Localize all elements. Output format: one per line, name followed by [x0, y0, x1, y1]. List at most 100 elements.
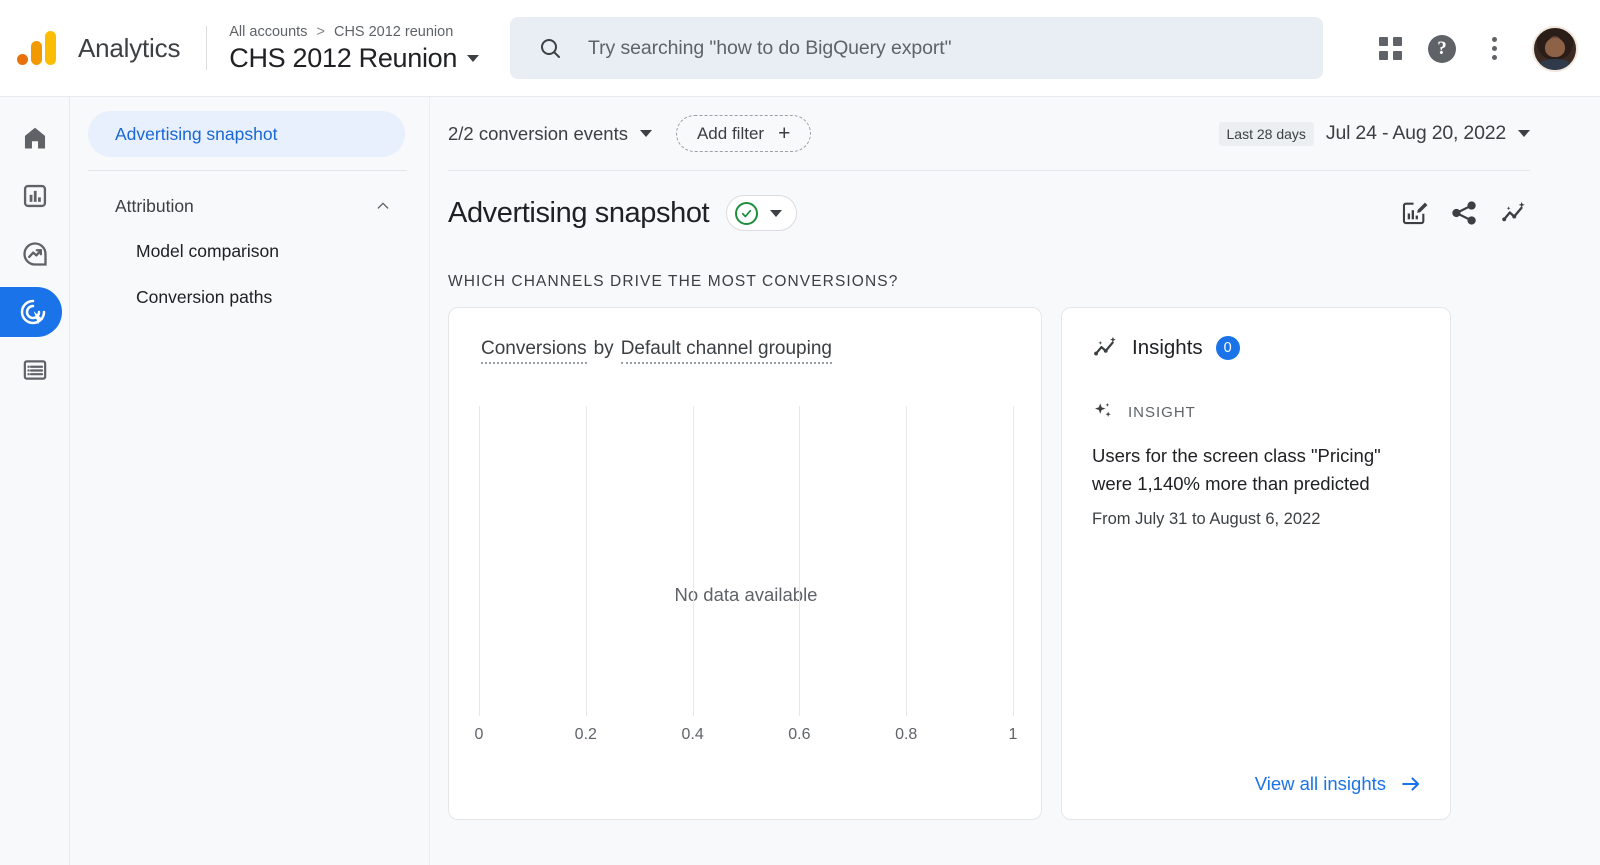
search-icon	[541, 39, 560, 58]
apps-grid-icon[interactable]	[1364, 23, 1416, 75]
conversion-events-label: 2/2 conversion events	[448, 122, 628, 144]
sidebar-item-advertising-snapshot[interactable]: Advertising snapshot	[88, 111, 405, 157]
sidebar-item-reports[interactable]	[8, 171, 62, 221]
top-actions: ?	[1364, 0, 1578, 97]
sidebar-item-explore[interactable]	[8, 229, 62, 279]
home-icon	[24, 127, 45, 149]
chart-dimension-link[interactable]: Default channel grouping	[620, 338, 832, 364]
configure-list-icon	[23, 360, 46, 380]
date-range-selector[interactable]: Last 28 days Jul 24 - Aug 20, 2022	[1218, 121, 1530, 146]
breadcrumb-account[interactable]: CHS 2012 reunion	[334, 24, 453, 40]
more-vertical-icon[interactable]	[1468, 23, 1520, 75]
page-title-row: Advertising snapshot	[448, 175, 1528, 251]
nav-divider	[88, 170, 407, 171]
edit-chart-icon[interactable]	[1400, 199, 1428, 227]
main-content: 2/2 conversion events Add filter + Last …	[430, 97, 1600, 865]
add-filter-button[interactable]: Add filter +	[675, 115, 812, 152]
chart-gridline	[585, 406, 587, 716]
insights-sparkle-icon	[1094, 336, 1116, 356]
title-left: Advertising snapshot	[448, 195, 798, 231]
date-preset-badge: Last 28 days	[1218, 121, 1314, 146]
chevron-down-icon	[770, 209, 783, 217]
chart-title-by: by	[593, 338, 614, 359]
section-heading: WHICH CHANNELS DRIVE THE MOST CONVERSION…	[448, 273, 899, 290]
logo-dot-icon	[16, 54, 28, 65]
cards-row: Conversions by Default channel grouping …	[448, 307, 1528, 820]
brand-name: Analytics	[78, 32, 181, 63]
chevron-down-icon	[639, 130, 652, 137]
chart-empty-message: No data available	[674, 584, 818, 605]
insight-body-line-1: Users for the screen class "Pricing"	[1092, 445, 1381, 466]
avatar[interactable]	[1532, 25, 1578, 72]
insight-kicker-label: INSIGHT	[1128, 403, 1196, 421]
explore-trend-icon	[22, 242, 47, 266]
insights-title: Insights	[1132, 335, 1203, 359]
title-actions	[1400, 199, 1528, 227]
chart-x-tick-label: 0	[474, 726, 484, 743]
account-block: All accounts > CHS 2012 reunion CHS 2012…	[229, 22, 480, 74]
sidebar-item-configure[interactable]	[8, 345, 62, 395]
filter-toolbar: 2/2 conversion events Add filter + Last …	[448, 97, 1530, 171]
search-placeholder: Try searching "how to do BigQuery export…	[588, 36, 952, 59]
logo-bar-medium-icon	[30, 41, 42, 65]
sidebar-group-label: Attribution	[115, 195, 194, 216]
add-filter-label: Add filter	[696, 123, 765, 143]
secondary-nav: Advertising snapshot Attribution Model c…	[70, 97, 430, 865]
breadcrumb: All accounts > CHS 2012 reunion	[229, 22, 479, 42]
view-all-insights-label: View all insights	[1254, 773, 1386, 794]
arrow-right-icon	[1402, 777, 1420, 791]
sparkle-icon	[1095, 403, 1111, 417]
chart-x-tick-label: 0.4	[681, 726, 704, 743]
view-all-insights-link[interactable]: View all insights	[1255, 773, 1422, 795]
sidebar-item-advertising[interactable]	[0, 287, 62, 337]
chart-x-tick-label: 0.8	[895, 726, 918, 743]
insight-body-line-2: were 1,140% more than predicted	[1092, 473, 1370, 494]
chevron-up-icon	[377, 202, 389, 209]
chart-x-tick-label: 1	[1008, 726, 1018, 743]
insights-header: Insights 0	[1092, 334, 1422, 361]
conversion-events-selector[interactable]: 2/2 conversion events	[448, 123, 652, 145]
breadcrumb-separator: >	[316, 24, 325, 40]
chart-gridline	[479, 406, 480, 716]
advertising-target-icon	[20, 299, 45, 325]
logo-bar-tall-icon	[44, 31, 56, 65]
status-badge[interactable]	[726, 195, 798, 231]
insights-card: Insights 0 INSIGHT Users for the screen …	[1061, 307, 1451, 820]
toolbar-left: 2/2 conversion events Add filter +	[448, 115, 812, 152]
analytics-logo[interactable]	[0, 31, 72, 65]
chart-gridline	[1013, 406, 1014, 716]
chevron-down-icon	[1518, 130, 1530, 137]
top-bar: Analytics All accounts > CHS 2012 reunio…	[0, 0, 1600, 97]
sidebar-item-label: Model comparison	[136, 240, 279, 261]
property-title: CHS 2012 Reunion	[229, 43, 458, 73]
chart-x-tick-label: 0.6	[788, 726, 811, 743]
sidebar-group-attribution[interactable]: Attribution	[88, 184, 405, 228]
insights-count-badge: 0	[1215, 335, 1240, 360]
chevron-down-icon	[467, 55, 480, 62]
insight-body: Users for the screen class "Pricing" wer…	[1092, 442, 1422, 498]
sidebar-item-conversion-paths[interactable]: Conversion paths	[88, 274, 405, 320]
sidebar-item-label: Advertising snapshot	[115, 123, 278, 144]
conversions-chart-card: Conversions by Default channel grouping …	[448, 307, 1042, 820]
plus-icon: +	[778, 122, 791, 145]
header-divider	[206, 26, 208, 70]
bar-chart-icon	[23, 184, 46, 208]
sidebar-item-home[interactable]	[8, 113, 62, 163]
chart-x-tick-label: 0.2	[574, 726, 597, 743]
search-input[interactable]: Try searching "how to do BigQuery export…	[510, 17, 1323, 79]
chart-plot-area: No data available	[479, 406, 1014, 716]
insights-sparkle-icon[interactable]	[1500, 199, 1528, 227]
chart-metric-link[interactable]: Conversions	[481, 338, 587, 364]
chart-gridline	[692, 406, 694, 716]
chart-gridline	[799, 406, 801, 716]
left-rail	[0, 97, 70, 865]
date-range-label: Jul 24 - Aug 20, 2022	[1325, 122, 1506, 144]
breadcrumb-all-accounts[interactable]: All accounts	[229, 24, 307, 40]
check-circle-icon	[735, 201, 759, 225]
property-selector[interactable]: CHS 2012 Reunion	[229, 43, 480, 74]
help-icon[interactable]: ?	[1416, 23, 1468, 75]
share-icon[interactable]	[1450, 199, 1478, 227]
page-title: Advertising snapshot	[448, 196, 710, 229]
sidebar-item-model-comparison[interactable]: Model comparison	[88, 228, 405, 274]
insight-kicker-row: INSIGHT	[1092, 401, 1422, 423]
